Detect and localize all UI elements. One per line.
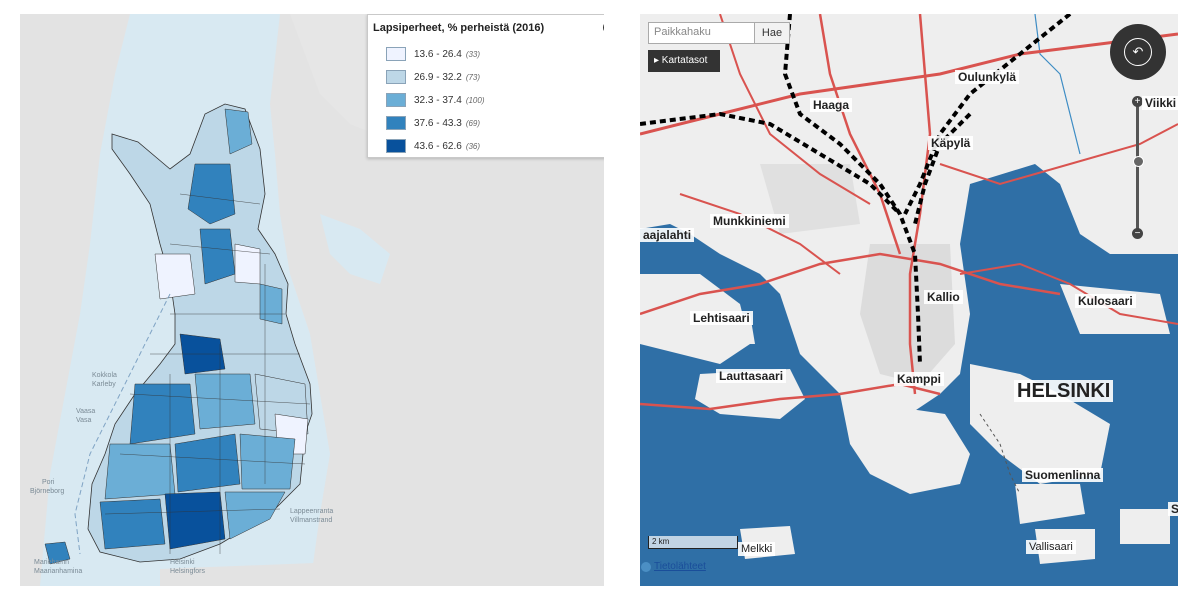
edit-icon[interactable]: ✎: [603, 21, 604, 34]
place-label: Mariehamn: [34, 559, 70, 566]
legend-swatch: [386, 116, 406, 130]
data-sources-link[interactable]: Tietolähteet: [641, 561, 706, 572]
legend-range: 13.6 - 26.4: [414, 48, 462, 60]
data-sources-label: Tietolähteet: [654, 561, 706, 572]
legend-count: (73): [465, 72, 481, 82]
region-patch: [259, 283, 283, 325]
search-button[interactable]: Hae: [754, 22, 790, 44]
place-label: S: [1168, 502, 1178, 516]
legend-count: (33): [465, 49, 481, 59]
place-label: Kallio: [924, 290, 963, 304]
zoom-slider[interactable]: [1136, 102, 1139, 234]
zoom-out-icon[interactable]: −: [1132, 228, 1143, 239]
legend-range: 26.9 - 32.2: [414, 71, 462, 83]
region-patch: [99, 498, 166, 550]
legend-swatch: [386, 47, 406, 61]
place-label: Suomenlinna: [1022, 468, 1104, 482]
legend-range: 37.6 - 43.3: [414, 117, 462, 129]
region-patch: [239, 433, 296, 490]
legend-count: (36): [465, 141, 481, 151]
land-suomenlinna: [1015, 484, 1085, 524]
map-layers-button[interactable]: ▸ Kartatasot: [648, 50, 720, 72]
place-label: Villmanstrand: [290, 517, 333, 524]
place-label: Helsingfors: [170, 568, 206, 575]
legend-row: 37.6 - 43.3 (69): [386, 116, 480, 130]
region-patch: [164, 491, 226, 550]
info-icon: [641, 562, 651, 572]
legend-row: 26.9 - 32.2 (73): [386, 70, 480, 84]
land-small-island: [1160, 174, 1178, 214]
legend-count: (69): [465, 118, 481, 128]
place-label: aajalahti: [640, 228, 695, 242]
zoom-slider-handle[interactable]: [1133, 156, 1144, 167]
place-label: Maarianhamina: [34, 568, 83, 575]
reset-view-icon[interactable]: ↶: [1124, 38, 1152, 66]
pan-control[interactable]: ↶: [1110, 24, 1166, 80]
map-legend: Lapsiperheet, % perheistä (2016) ✎ 13.6 …: [367, 14, 604, 158]
place-label: Lehtisaari: [690, 311, 753, 325]
place-label: HELSINKI: [1014, 380, 1114, 402]
land-kulosaari: [1060, 284, 1170, 334]
legend-title: Lapsiperheet, % perheistä (2016): [373, 22, 545, 34]
legend-range: 32.3 - 37.4: [414, 94, 462, 106]
region-patch: [224, 491, 286, 540]
place-label: Pori: [42, 479, 55, 486]
place-label: Viikki: [1142, 96, 1178, 110]
region-patch: [199, 228, 236, 285]
place-label: Vaasa: [76, 408, 96, 415]
place-label: Helsinki: [170, 559, 195, 566]
place-label: Munkkiniemi: [710, 214, 789, 228]
place-label: Haaga: [810, 98, 853, 112]
place-label: Käpylä: [928, 136, 974, 150]
legend-range: 43.6 - 62.6: [414, 140, 462, 152]
place-label: Lauttasaari: [716, 369, 787, 383]
legend-row: 43.6 - 62.6 (36): [386, 139, 480, 153]
place-label: Kamppi: [894, 372, 945, 386]
place-label: Vallisaari: [1026, 540, 1076, 554]
legend-swatch: [386, 139, 406, 153]
place-label: Björneborg: [30, 488, 65, 495]
region-patch: [174, 433, 241, 493]
legend-swatch: [386, 70, 406, 84]
land-peninsula: [840, 394, 970, 494]
region-patch: [154, 253, 196, 300]
place-label: Vasa: [76, 417, 92, 424]
place-label: Kulosaari: [1075, 294, 1136, 308]
region-patch: [129, 383, 196, 445]
place-label: Lappeenranta: [290, 508, 334, 515]
place-label: Melkki: [738, 542, 776, 556]
legend-row: 32.3 - 37.4 (100): [386, 93, 485, 107]
region-patch: [104, 443, 176, 500]
scale-bar: 2 km: [648, 536, 738, 549]
legend-swatch: [386, 93, 406, 107]
place-search-input[interactable]: Paikkahaku: [648, 22, 755, 44]
place-label: Oulunkylä: [955, 70, 1020, 84]
place-label: Karleby: [92, 381, 116, 388]
region-patch: [194, 373, 256, 430]
place-label: Kokkola: [92, 372, 117, 379]
region-patch: [234, 243, 261, 285]
legend-row: 13.6 - 26.4 (33): [386, 47, 480, 61]
helsinki-street-map[interactable]: Paikkahaku Hae ▸ Kartatasot ↶ + − 2 km T…: [640, 14, 1178, 586]
legend-count: (100): [465, 95, 485, 105]
finland-choropleth-map[interactable]: Kokkola Karleby Vaasa Vasa Pori Björnebo…: [20, 14, 604, 586]
land-small-island: [1120, 509, 1170, 544]
